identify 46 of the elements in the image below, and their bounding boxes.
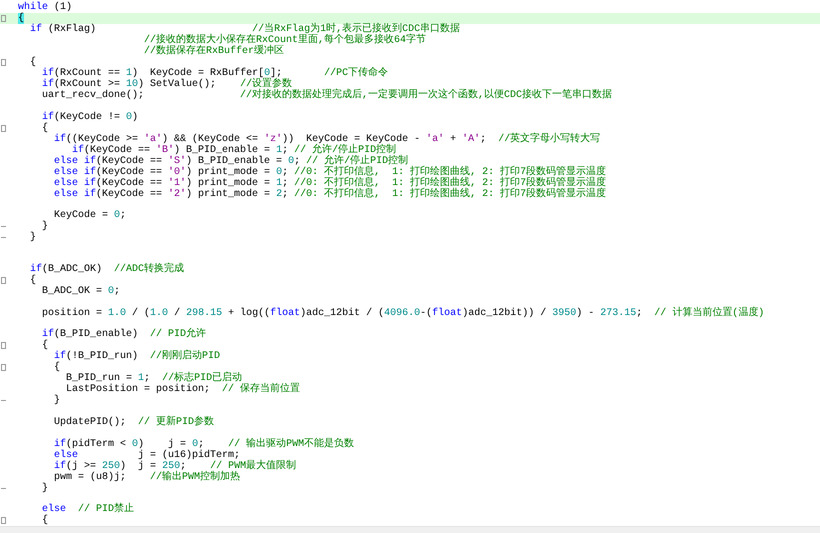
code-line: if(B_PID_enable) // PID允许 (41, 329, 206, 340)
code-line: //接收的数据大小保存在RxCount里面,每个包最多接收64字节 (143, 35, 426, 46)
code-line: if(KeyCode == 'B') B_PID_enable = 1; // 允许/停止PID控制 (72, 144, 396, 156)
code-line: else // PID禁止 (41, 504, 134, 516)
code-line: { (29, 57, 36, 68)
code-line: { (41, 122, 48, 134)
code-line: if(KeyCode != 0) (41, 112, 138, 123)
code-line: if(B_ADC_OK) //ADC转换完成 (29, 264, 184, 276)
code-line: pwm = (u8)j; //输出PWM控制加热 (53, 472, 240, 482)
fold-marker-icon[interactable] (1, 59, 6, 66)
code-line: { (29, 275, 36, 286)
fold-marker-icon[interactable] (1, 517, 6, 524)
code-line: B_ADC_OK = 0; (41, 286, 120, 298)
code-line: if(pidTerm < 0) j = 0; // 输出驱动PWM不能是负数 (53, 438, 354, 450)
code-line: { (41, 340, 48, 352)
fold-marker-icon[interactable] (1, 364, 6, 372)
code-line: uart_recv_done(); //对接收的数据处理完成后,一定要调用一次这个函数,以便CDC接收下一笔串口数据 (41, 90, 612, 101)
code-line: B_PID_run = 1; //标志PID已启动 (65, 373, 242, 384)
fold-marker-icon[interactable] (1, 15, 6, 22)
code-line: else if(KeyCode == '2') print_mode = 2; //0: 不打印信息, 1: 打印绘图曲线, 2: 打印7段数码管显示温度 (53, 188, 606, 200)
code-line: if((KeyCode >= 'a') && (KeyCode <= 'z')) KeyCode = KeyCode - 'a' + 'A'; //英文字母小写转大写 (53, 134, 600, 145)
code-line: position = 1.0 / (1.0 / 298.15 + log((float)adc_12bit / (4096.0-(float)adc_12bit)) / 3950) - 273.15; // 计算当前位置(温度) (41, 308, 764, 319)
code-line: { (53, 362, 60, 374)
code-line: LastPosition = position; // 保存当前位置 (65, 384, 300, 396)
code-line: } (41, 221, 48, 232)
fold-marker-icon[interactable] (1, 277, 6, 284)
horizontal-scrollbar[interactable] (0, 526, 820, 533)
code-line: while (1) (18, 2, 72, 13)
fold-marker-icon[interactable] (1, 124, 6, 132)
code-line: //数据保存在RxBuffer缓冲区 (143, 46, 284, 57)
code-line: KeyCode = 0; (53, 210, 126, 222)
code-line: { (41, 515, 48, 526)
code-line: } (53, 395, 60, 406)
code-line: if(j >= 250) j = 250; // PWM最大值限制 (53, 460, 296, 472)
code-line: if(RxCount == 1) KeyCode = RxBuffer[0]; //PC下传命令 (41, 68, 388, 79)
code-line: else if(KeyCode == '0') print_mode = 0; //0: 不打印信息, 1: 打印绘图曲线, 2: 打印7段数码管显示温度 (18, 166, 606, 178)
code-line: else if(KeyCode == '1') print_mode = 1; //0: 不打印信息, 1: 打印绘图曲线, 2: 打印7段数码管显示温度 (53, 178, 606, 189)
code-line: } (41, 482, 48, 494)
code-line: if(RxCount >= 10) SetValue(); //设置参数 (41, 79, 292, 90)
code-line: if (RxFlag) //当RxFlag为1时,表示已接收到CDC串口数据 (29, 24, 460, 35)
code-line: else if(KeyCode == 'S') B_PID_enable = 0; // 允许/停止PID控制 (18, 156, 408, 167)
code-line: UpdatePID(); // 更新PID参数 (53, 416, 214, 428)
code-line: } (29, 232, 36, 244)
code-line: else j = (u16)pidTerm; (53, 450, 240, 460)
fold-marker-icon[interactable] (1, 342, 6, 350)
code-line: if(!B_PID_run) //刚刚启动PID (53, 351, 220, 362)
